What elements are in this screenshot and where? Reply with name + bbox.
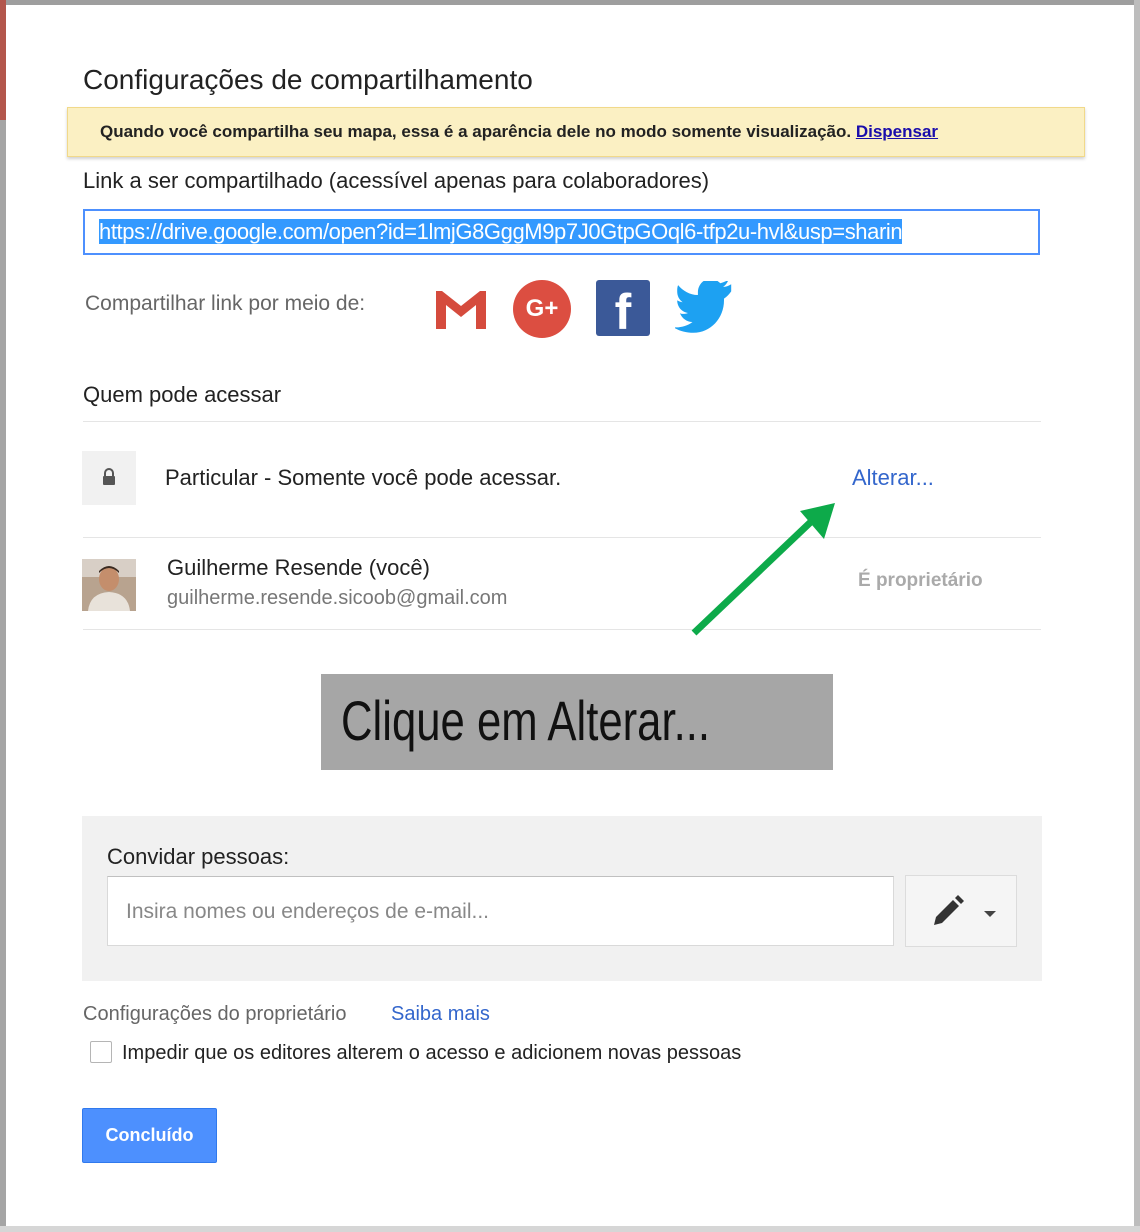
learn-more-link[interactable]: Saiba mais bbox=[391, 1003, 490, 1026]
window-top-edge bbox=[0, 0, 1140, 5]
window-left-edge bbox=[0, 0, 6, 1232]
owner-email: guilherme.resende.sicoob@gmail.com bbox=[167, 587, 508, 609]
invite-email-input[interactable]: Insira nomes ou endereços de e-mail... bbox=[107, 876, 894, 946]
lock-icon bbox=[82, 451, 136, 505]
divider bbox=[83, 421, 1041, 422]
share-via-label: Compartilhar link por meio de: bbox=[85, 292, 366, 315]
who-has-access-title: Quem pode acessar bbox=[83, 382, 282, 407]
annotation-callout: Clique em Alterar... bbox=[321, 674, 833, 770]
share-link-label: Link a ser compartilhado (acessível apen… bbox=[83, 168, 710, 193]
window-bottom-edge bbox=[0, 1226, 1140, 1232]
dismiss-link[interactable]: Dispensar bbox=[856, 122, 938, 141]
owner-role-label: É proprietário bbox=[858, 570, 983, 591]
share-link-url: https://drive.google.com/open?id=1lmjG8G… bbox=[99, 219, 903, 244]
pencil-icon bbox=[928, 893, 966, 936]
permission-dropdown-button[interactable] bbox=[905, 875, 1017, 947]
avatar bbox=[82, 559, 136, 611]
window-right-edge bbox=[1134, 0, 1140, 1232]
prevent-editors-checkbox[interactable] bbox=[90, 1041, 112, 1063]
done-button[interactable]: Concluído bbox=[82, 1108, 217, 1163]
chevron-down-icon bbox=[984, 911, 996, 917]
dialog-title: Configurações de compartilhamento bbox=[83, 64, 533, 95]
divider bbox=[83, 629, 1041, 630]
facebook-icon[interactable]: f bbox=[596, 280, 650, 336]
visibility-text: Particular - Somente você pode acessar. bbox=[165, 465, 562, 490]
divider bbox=[83, 537, 1041, 538]
banner-message: Quando você compartilha seu mapa, essa é… bbox=[100, 122, 852, 141]
annotation-arrow bbox=[691, 503, 835, 636]
invite-label: Convidar pessoas: bbox=[107, 844, 290, 869]
prevent-editors-label[interactable]: Impedir que os editores alterem o acesso… bbox=[122, 1042, 741, 1065]
annotation-text: Clique em Alterar... bbox=[341, 689, 711, 752]
google-plus-icon[interactable]: G+ bbox=[513, 280, 571, 338]
owner-name: Guilherme Resende (você) bbox=[167, 555, 430, 580]
invite-panel: Convidar pessoas: Insira nomes ou endere… bbox=[82, 816, 1042, 981]
gmail-icon[interactable] bbox=[432, 281, 490, 337]
twitter-icon[interactable] bbox=[673, 278, 733, 337]
share-link-field[interactable]: https://drive.google.com/open?id=1lmjG8G… bbox=[83, 209, 1040, 255]
info-banner: Quando você compartilha seu mapa, essa é… bbox=[67, 107, 1085, 157]
background-app-edge bbox=[0, 0, 6, 120]
owner-settings-label: Configurações do proprietário bbox=[83, 1003, 347, 1025]
change-visibility-link[interactable]: Alterar... bbox=[852, 465, 934, 491]
